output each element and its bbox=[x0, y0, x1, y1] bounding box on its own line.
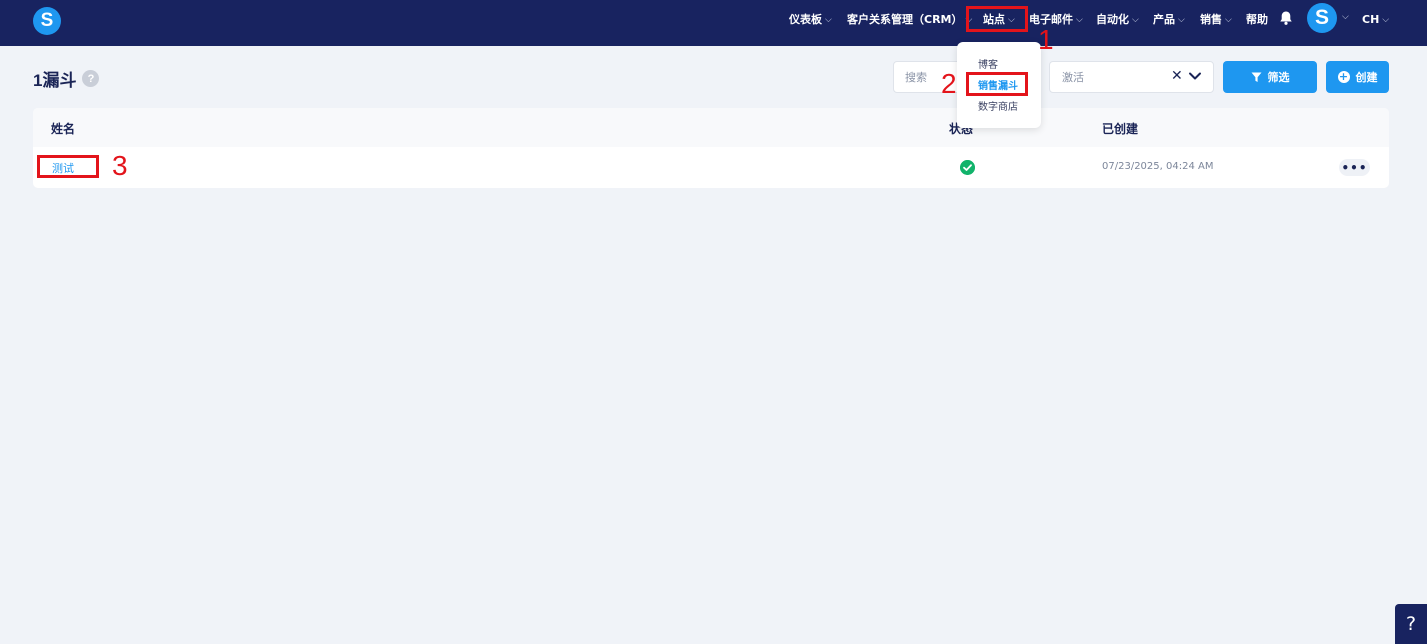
nav-label: 自动化 bbox=[1096, 13, 1129, 26]
filter-label: 筛选 bbox=[1267, 71, 1290, 84]
chevron-down-icon: ⌵ bbox=[825, 15, 832, 25]
annotation-box-1 bbox=[966, 6, 1028, 32]
create-label: 创建 bbox=[1355, 71, 1378, 84]
chevron-down-icon[interactable] bbox=[1188, 69, 1202, 83]
status-value: 激活 bbox=[1062, 71, 1084, 84]
plus-icon: + bbox=[1337, 70, 1350, 83]
nav-item-products[interactable]: 产品 ⌵ bbox=[1153, 11, 1185, 27]
clear-icon[interactable]: ✕ bbox=[1171, 68, 1183, 84]
page-title: 1漏斗 ? bbox=[33, 66, 100, 91]
nav-item-sales[interactable]: 销售 ⌵ bbox=[1200, 11, 1232, 27]
help-icon[interactable]: ? bbox=[82, 70, 100, 87]
chevron-down-icon: ⌵ bbox=[1178, 15, 1185, 25]
annotation-number-2: 2 bbox=[941, 68, 957, 99]
chevron-down-icon: ⌵ bbox=[1382, 15, 1390, 25]
nav-item-automation[interactable]: 自动化 ⌵ bbox=[1096, 11, 1139, 27]
dropdown-item-digital-store[interactable]: 数字商店 bbox=[978, 98, 1018, 113]
chevron-down-icon: ⌵ bbox=[1076, 15, 1083, 25]
help-button[interactable]: ? bbox=[1395, 604, 1427, 644]
status-select[interactable]: 激活 ✕ bbox=[1049, 61, 1214, 93]
annotation-number-3: 3 bbox=[112, 150, 128, 181]
nav-item-dashboard[interactable]: 仪表板 ⌵ bbox=[789, 11, 832, 27]
check-circle-icon bbox=[960, 160, 975, 175]
nav-label: 客户关系管理（CRM） bbox=[847, 13, 963, 26]
column-header-created[interactable]: 已创建 bbox=[1102, 120, 1138, 137]
table-header: 姓名 状态 已创建 bbox=[33, 108, 1389, 147]
chevron-down-icon: ⌵ bbox=[1225, 15, 1232, 25]
language-label: CH bbox=[1362, 12, 1380, 26]
nav-label: 销售 bbox=[1200, 13, 1222, 26]
column-header-name[interactable]: 姓名 bbox=[51, 120, 75, 137]
nav-item-crm[interactable]: 客户关系管理（CRM） ⌵ bbox=[847, 11, 972, 27]
top-navigation-bar: S 仪表板 ⌵ 客户关系管理（CRM） ⌵ 站点 ⌵ 电子邮件 ⌵ 自动化 ⌵ … bbox=[0, 0, 1427, 46]
more-options-button[interactable]: ••• bbox=[1339, 159, 1370, 176]
chevron-down-icon: ⌵ bbox=[1132, 15, 1139, 25]
annotation-box-2 bbox=[966, 72, 1028, 96]
nav-label: 帮助 bbox=[1246, 13, 1268, 26]
bell-icon[interactable] bbox=[1279, 10, 1293, 26]
nav-item-help[interactable]: 帮助 bbox=[1246, 11, 1268, 27]
annotation-number-1: 1 bbox=[1038, 24, 1054, 55]
funnel-table: 姓名 状态 已创建 测试 07/23/2025, 04:24 AM ••• bbox=[33, 108, 1389, 188]
filter-button[interactable]: 筛选 bbox=[1223, 61, 1317, 93]
filter-icon bbox=[1251, 72, 1261, 82]
nav-label: 仪表板 bbox=[789, 13, 822, 26]
chevron-down-icon[interactable]: ⌵ bbox=[1342, 12, 1349, 22]
annotation-box-3 bbox=[37, 155, 99, 178]
search-placeholder: 搜索 bbox=[905, 71, 927, 84]
language-selector[interactable]: CH ⌵ bbox=[1362, 11, 1389, 27]
dropdown-item-blog[interactable]: 博客 bbox=[978, 56, 998, 71]
page-title-text: 1漏斗 bbox=[33, 71, 77, 90]
avatar[interactable]: S bbox=[1307, 3, 1337, 33]
create-button[interactable]: + 创建 bbox=[1326, 61, 1389, 93]
logo-icon[interactable]: S bbox=[33, 7, 61, 35]
created-date: 07/23/2025, 04:24 AM bbox=[1102, 161, 1214, 172]
nav-label: 产品 bbox=[1153, 13, 1175, 26]
